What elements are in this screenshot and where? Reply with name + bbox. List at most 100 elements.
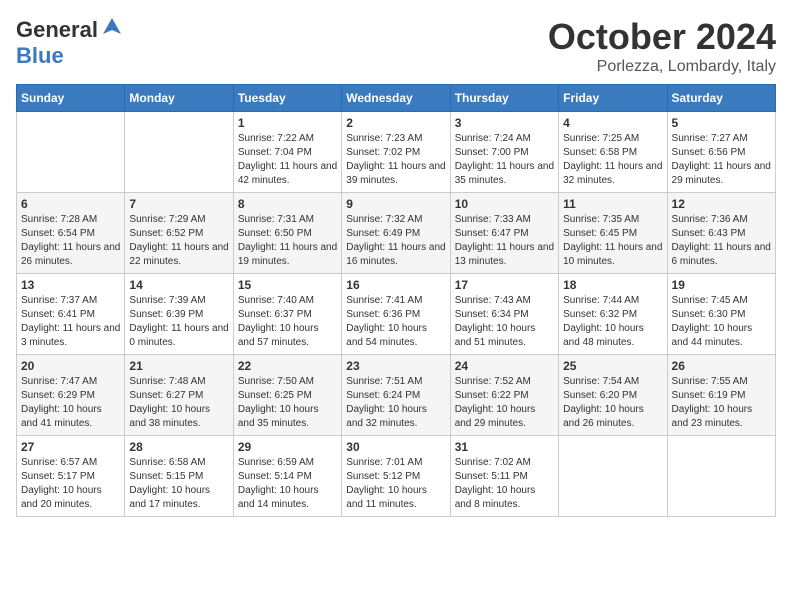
calendar-cell: 27Sunrise: 6:57 AM Sunset: 5:17 PM Dayli… bbox=[17, 436, 125, 517]
cell-content: Sunrise: 7:47 AM Sunset: 6:29 PM Dayligh… bbox=[21, 375, 120, 431]
month-title: October 2024 bbox=[548, 16, 776, 58]
day-number: 22 bbox=[238, 359, 337, 373]
cell-content: Sunrise: 7:36 AM Sunset: 6:43 PM Dayligh… bbox=[672, 213, 771, 269]
cell-content: Sunrise: 7:43 AM Sunset: 6:34 PM Dayligh… bbox=[455, 294, 554, 350]
cell-content: Sunrise: 7:27 AM Sunset: 6:56 PM Dayligh… bbox=[672, 132, 771, 188]
cell-content: Sunrise: 7:24 AM Sunset: 7:00 PM Dayligh… bbox=[455, 132, 554, 188]
day-number: 11 bbox=[563, 197, 662, 211]
cell-content: Sunrise: 7:52 AM Sunset: 6:22 PM Dayligh… bbox=[455, 375, 554, 431]
day-number: 1 bbox=[238, 116, 337, 130]
calendar-week-row: 6 Sunrise: 7:28 AM Sunset: 6:54 PM Daylig… bbox=[17, 193, 776, 274]
calendar-day-header: Thursday bbox=[450, 85, 558, 112]
calendar-cell: 16Sunrise: 7:41 AM Sunset: 6:36 PM Dayli… bbox=[342, 274, 450, 355]
calendar-cell: 6 Sunrise: 7:28 AM Sunset: 6:54 PM Daylig… bbox=[17, 193, 125, 274]
day-number: 29 bbox=[238, 440, 337, 454]
day-number: 21 bbox=[129, 359, 228, 373]
cell-content: Sunrise: 7:25 AM Sunset: 6:58 PM Dayligh… bbox=[563, 132, 662, 188]
calendar-cell: 5Sunrise: 7:27 AM Sunset: 6:56 PM Daylig… bbox=[667, 112, 775, 193]
day-number: 16 bbox=[346, 278, 445, 292]
calendar-header-row: SundayMondayTuesdayWednesdayThursdayFrid… bbox=[17, 85, 776, 112]
calendar-cell: 7 Sunrise: 7:29 AM Sunset: 6:52 PM Daylig… bbox=[125, 193, 233, 274]
cell-content: Sunrise: 7:32 AM Sunset: 6:49 PM Dayligh… bbox=[346, 213, 445, 269]
calendar-day-header: Sunday bbox=[17, 85, 125, 112]
calendar-day-header: Wednesday bbox=[342, 85, 450, 112]
calendar-cell: 17 Sunrise: 7:43 AM Sunset: 6:34 PM Dayli… bbox=[450, 274, 558, 355]
day-number: 28 bbox=[129, 440, 228, 454]
calendar-cell bbox=[559, 436, 667, 517]
day-number: 13 bbox=[21, 278, 120, 292]
calendar-cell: 26 Sunrise: 7:55 AM Sunset: 6:19 PM Dayli… bbox=[667, 355, 775, 436]
cell-content: Sunrise: 7:45 AM Sunset: 6:30 PM Dayligh… bbox=[672, 294, 771, 350]
day-number: 26 bbox=[672, 359, 771, 373]
cell-content: Sunrise: 7:31 AM Sunset: 6:50 PM Dayligh… bbox=[238, 213, 337, 269]
cell-content: Sunrise: 7:51 AM Sunset: 6:24 PM Dayligh… bbox=[346, 375, 445, 431]
cell-content: Sunrise: 7:33 AM Sunset: 6:47 PM Dayligh… bbox=[455, 213, 554, 269]
calendar-cell: 12Sunrise: 7:36 AM Sunset: 6:43 PM Dayli… bbox=[667, 193, 775, 274]
calendar-cell: 3 Sunrise: 7:24 AM Sunset: 7:00 PM Daylig… bbox=[450, 112, 558, 193]
day-number: 7 bbox=[129, 197, 228, 211]
day-number: 30 bbox=[346, 440, 445, 454]
calendar-day-header: Monday bbox=[125, 85, 233, 112]
cell-content: Sunrise: 6:57 AM Sunset: 5:17 PM Dayligh… bbox=[21, 456, 120, 512]
calendar-cell: 10 Sunrise: 7:33 AM Sunset: 6:47 PM Dayli… bbox=[450, 193, 558, 274]
day-number: 17 bbox=[455, 278, 554, 292]
day-number: 19 bbox=[672, 278, 771, 292]
calendar-cell: 31Sunrise: 7:02 AM Sunset: 5:11 PM Dayli… bbox=[450, 436, 558, 517]
day-number: 6 bbox=[21, 197, 120, 211]
calendar-cell: 24 Sunrise: 7:52 AM Sunset: 6:22 PM Dayli… bbox=[450, 355, 558, 436]
day-number: 14 bbox=[129, 278, 228, 292]
calendar-cell: 20 Sunrise: 7:47 AM Sunset: 6:29 PM Dayli… bbox=[17, 355, 125, 436]
day-number: 2 bbox=[346, 116, 445, 130]
calendar-day-header: Saturday bbox=[667, 85, 775, 112]
day-number: 8 bbox=[238, 197, 337, 211]
day-number: 9 bbox=[346, 197, 445, 211]
day-number: 25 bbox=[563, 359, 662, 373]
day-number: 10 bbox=[455, 197, 554, 211]
calendar-cell: 11 Sunrise: 7:35 AM Sunset: 6:45 PM Dayli… bbox=[559, 193, 667, 274]
calendar-cell: 30 Sunrise: 7:01 AM Sunset: 5:12 PM Dayli… bbox=[342, 436, 450, 517]
calendar-day-header: Friday bbox=[559, 85, 667, 112]
day-number: 18 bbox=[563, 278, 662, 292]
calendar-week-row: 27Sunrise: 6:57 AM Sunset: 5:17 PM Dayli… bbox=[17, 436, 776, 517]
cell-content: Sunrise: 7:22 AM Sunset: 7:04 PM Dayligh… bbox=[238, 132, 337, 188]
calendar-cell bbox=[17, 112, 125, 193]
cell-content: Sunrise: 7:29 AM Sunset: 6:52 PM Dayligh… bbox=[129, 213, 228, 269]
cell-content: Sunrise: 7:23 AM Sunset: 7:02 PM Dayligh… bbox=[346, 132, 445, 188]
cell-content: Sunrise: 7:37 AM Sunset: 6:41 PM Dayligh… bbox=[21, 294, 120, 350]
cell-content: Sunrise: 7:02 AM Sunset: 5:11 PM Dayligh… bbox=[455, 456, 554, 512]
cell-content: Sunrise: 7:44 AM Sunset: 6:32 PM Dayligh… bbox=[563, 294, 662, 350]
cell-content: Sunrise: 7:55 AM Sunset: 6:19 PM Dayligh… bbox=[672, 375, 771, 431]
cell-content: Sunrise: 7:48 AM Sunset: 6:27 PM Dayligh… bbox=[129, 375, 228, 431]
calendar-cell: 25 Sunrise: 7:54 AM Sunset: 6:20 PM Dayli… bbox=[559, 355, 667, 436]
calendar-cell: 19 Sunrise: 7:45 AM Sunset: 6:30 PM Dayli… bbox=[667, 274, 775, 355]
calendar-cell: 4Sunrise: 7:25 AM Sunset: 6:58 PM Daylig… bbox=[559, 112, 667, 193]
day-number: 23 bbox=[346, 359, 445, 373]
calendar-day-header: Tuesday bbox=[233, 85, 341, 112]
title-area: October 2024 Porlezza, Lombardy, Italy bbox=[548, 16, 776, 76]
calendar-cell: 13 Sunrise: 7:37 AM Sunset: 6:41 PM Dayli… bbox=[17, 274, 125, 355]
calendar-cell: 18 Sunrise: 7:44 AM Sunset: 6:32 PM Dayli… bbox=[559, 274, 667, 355]
calendar-cell: 22 Sunrise: 7:50 AM Sunset: 6:25 PM Dayli… bbox=[233, 355, 341, 436]
calendar-cell: 23 Sunrise: 7:51 AM Sunset: 6:24 PM Dayli… bbox=[342, 355, 450, 436]
calendar-week-row: 1 Sunrise: 7:22 AM Sunset: 7:04 PM Daylig… bbox=[17, 112, 776, 193]
calendar-week-row: 13 Sunrise: 7:37 AM Sunset: 6:41 PM Dayli… bbox=[17, 274, 776, 355]
cell-content: Sunrise: 7:39 AM Sunset: 6:39 PM Dayligh… bbox=[129, 294, 228, 350]
cell-content: Sunrise: 7:35 AM Sunset: 6:45 PM Dayligh… bbox=[563, 213, 662, 269]
cell-content: Sunrise: 7:40 AM Sunset: 6:37 PM Dayligh… bbox=[238, 294, 337, 350]
page-header: General Blue October 2024 Porlezza, Lomb… bbox=[16, 16, 776, 76]
day-number: 3 bbox=[455, 116, 554, 130]
calendar-cell: 15Sunrise: 7:40 AM Sunset: 6:37 PM Dayli… bbox=[233, 274, 341, 355]
cell-content: Sunrise: 7:01 AM Sunset: 5:12 PM Dayligh… bbox=[346, 456, 445, 512]
cell-content: Sunrise: 7:28 AM Sunset: 6:54 PM Dayligh… bbox=[21, 213, 120, 269]
day-number: 24 bbox=[455, 359, 554, 373]
logo-bird-icon bbox=[101, 16, 123, 43]
logo: General Blue bbox=[16, 16, 123, 69]
cell-content: Sunrise: 6:58 AM Sunset: 5:15 PM Dayligh… bbox=[129, 456, 228, 512]
calendar-cell bbox=[125, 112, 233, 193]
cell-content: Sunrise: 7:54 AM Sunset: 6:20 PM Dayligh… bbox=[563, 375, 662, 431]
logo-general: General bbox=[16, 17, 98, 43]
calendar-cell: 1 Sunrise: 7:22 AM Sunset: 7:04 PM Daylig… bbox=[233, 112, 341, 193]
calendar-cell bbox=[667, 436, 775, 517]
cell-content: Sunrise: 7:50 AM Sunset: 6:25 PM Dayligh… bbox=[238, 375, 337, 431]
day-number: 20 bbox=[21, 359, 120, 373]
